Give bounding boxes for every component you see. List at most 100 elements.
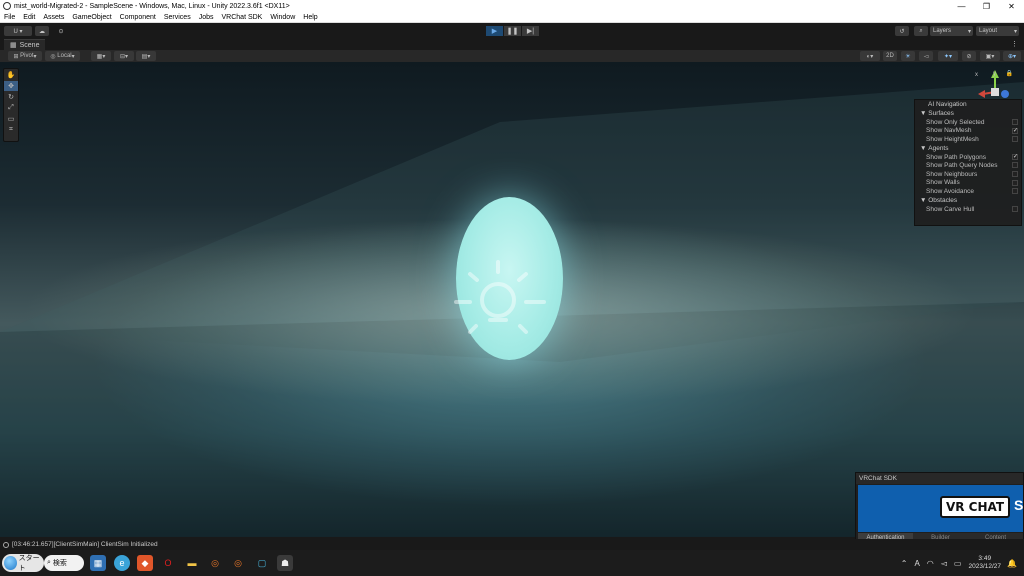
minimize-button[interactable]: — bbox=[949, 0, 974, 12]
start-button[interactable]: スタート bbox=[2, 554, 44, 572]
taskbar-search[interactable]: ⌕ 検索 bbox=[44, 555, 84, 571]
battery-icon[interactable]: ▭ bbox=[954, 559, 962, 568]
section-surfaces[interactable]: ▼ Surfaces bbox=[915, 109, 1021, 118]
clock[interactable]: 3:49 2023/12/27 bbox=[968, 555, 1001, 571]
option-show-neighbours[interactable]: Show Neighbours bbox=[915, 170, 1021, 179]
menu-assets[interactable]: Assets bbox=[43, 14, 64, 21]
menu-help[interactable]: Help bbox=[303, 14, 317, 21]
account-button[interactable]: U ▾ bbox=[4, 26, 32, 36]
notification-bell-icon[interactable]: 🔔 bbox=[1007, 559, 1017, 568]
system-tray: ⌃ A ◠ ◅ ▭ 3:49 2023/12/27 🔔 bbox=[901, 550, 1024, 576]
lock-icon[interactable]: 🔒 bbox=[1006, 70, 1013, 77]
tab-scene[interactable]: ▦ Scene bbox=[4, 39, 46, 50]
checkbox[interactable] bbox=[1012, 136, 1018, 143]
option-show-path-query-nodes[interactable]: Show Path Query Nodes bbox=[915, 161, 1021, 170]
effects-icon[interactable]: ✦▾ bbox=[938, 51, 958, 61]
transform-tool-icon[interactable]: ⌗ bbox=[4, 125, 18, 135]
main-toolbar: U ▾ ☁ ⊙ ▶ ❚❚ ▶| ↺ ⌕ Layers ▾ Layout ▾ bbox=[0, 23, 1024, 39]
option-show-avoidance[interactable]: Show Avoidance bbox=[915, 187, 1021, 196]
window-controls: — ❐ ✕ bbox=[949, 0, 1024, 12]
light-bulb-gizmo-icon[interactable] bbox=[450, 242, 570, 362]
menu-services[interactable]: Services bbox=[164, 14, 191, 21]
checkbox-checked[interactable]: ✓ bbox=[1012, 127, 1018, 134]
section-agents[interactable]: ▼ Agents bbox=[915, 144, 1021, 153]
step-button[interactable]: ▶| bbox=[522, 26, 539, 36]
brave-app-icon[interactable]: ◆ bbox=[137, 555, 153, 571]
move-tool-icon[interactable]: ✥ bbox=[4, 81, 18, 91]
menu-bar: File Edit Assets GameObject Component Se… bbox=[0, 12, 1024, 23]
houdini-app-icon[interactable]: ◎ bbox=[207, 555, 223, 571]
option-show-navmesh[interactable]: Show NavMesh ✓ bbox=[915, 127, 1021, 136]
menu-component[interactable]: Component bbox=[120, 14, 156, 21]
layers-label: Layers bbox=[933, 28, 952, 34]
rect-tool-icon[interactable]: ▭ bbox=[4, 114, 18, 124]
checkbox[interactable] bbox=[1012, 119, 1018, 125]
checkbox[interactable] bbox=[1012, 170, 1018, 177]
menu-gameobject[interactable]: GameObject bbox=[72, 14, 111, 21]
grid-visibility-icon[interactable]: ▤▾ bbox=[136, 51, 156, 61]
edge-app-icon[interactable]: e bbox=[114, 555, 130, 571]
hand-tool-icon[interactable]: ✋ bbox=[4, 70, 18, 80]
menu-vrchat-sdk[interactable]: VRChat SDK bbox=[222, 14, 263, 21]
lighting-icon[interactable]: ☀ bbox=[901, 51, 915, 61]
clock-date: 2023/12/27 bbox=[968, 563, 1002, 570]
option-show-heightmesh[interactable]: Show HeightMesh bbox=[915, 135, 1021, 144]
widgets-app-icon[interactable]: ▦ bbox=[90, 555, 106, 571]
more-options-icon[interactable]: ⋮ bbox=[1011, 40, 1018, 48]
grid-snap-icon[interactable]: ▦▾ bbox=[91, 51, 111, 61]
chevron-up-icon[interactable]: ⌃ bbox=[901, 559, 908, 568]
search-icon[interactable]: ⌕ bbox=[914, 26, 928, 36]
menu-window[interactable]: Window bbox=[270, 14, 295, 21]
option-label: Show Only Selected bbox=[926, 118, 985, 126]
maximize-button[interactable]: ❐ bbox=[974, 0, 999, 12]
layers-dropdown[interactable]: Layers ▾ bbox=[930, 26, 973, 36]
section-obstacles[interactable]: ▼ Obstacles bbox=[915, 196, 1021, 205]
pivot-label: Pivot bbox=[20, 53, 34, 59]
vrchat-logo: VR CHAT bbox=[940, 496, 1010, 518]
pivot-dropdown[interactable]: ⊞ Pivot ▾ bbox=[8, 51, 42, 61]
history-icon[interactable]: ↺ bbox=[895, 26, 909, 36]
checkbox-checked[interactable]: ✓ bbox=[1012, 153, 1018, 160]
option-show-only-selected[interactable]: Show Only Selected bbox=[915, 118, 1021, 127]
pause-button[interactable]: ❚❚ bbox=[504, 26, 521, 36]
unity-app-icon[interactable]: ☗ bbox=[277, 555, 293, 571]
menu-file[interactable]: File bbox=[4, 14, 15, 21]
option-show-walls[interactable]: Show Walls bbox=[915, 179, 1021, 188]
chevron-down-icon: ▾ bbox=[1013, 28, 1017, 35]
scale-tool-icon[interactable]: ⤢ bbox=[4, 103, 18, 113]
checkbox[interactable] bbox=[1012, 188, 1018, 195]
opera-app-icon[interactable]: O bbox=[160, 555, 176, 571]
local-dropdown[interactable]: ◎ Local ▾ bbox=[45, 51, 80, 61]
close-button[interactable]: ✕ bbox=[999, 0, 1024, 12]
play-button[interactable]: ▶ bbox=[486, 26, 503, 36]
layout-dropdown[interactable]: Layout ▾ bbox=[976, 26, 1019, 36]
checkbox[interactable] bbox=[1012, 162, 1018, 169]
menu-jobs[interactable]: Jobs bbox=[199, 14, 214, 21]
houdini-app-icon-2[interactable]: ◎ bbox=[230, 555, 246, 571]
ime-indicator[interactable]: A bbox=[914, 559, 919, 568]
checkbox[interactable] bbox=[1012, 205, 1018, 212]
collab-icon[interactable]: ⊙ bbox=[55, 26, 67, 36]
toggle-2d-button[interactable]: 2D bbox=[883, 51, 897, 61]
file-explorer-icon[interactable]: ▬ bbox=[184, 555, 200, 571]
speaker-icon[interactable]: ◅ bbox=[941, 559, 947, 568]
menu-edit[interactable]: Edit bbox=[23, 14, 35, 21]
draw-mode-icon[interactable]: ◐▾ bbox=[860, 51, 880, 61]
camera-icon[interactable]: ▣▾ bbox=[980, 51, 1000, 61]
search-label: 検索 bbox=[52, 560, 67, 567]
scene-viewport[interactable] bbox=[0, 62, 1024, 537]
section-surfaces-label: Surfaces bbox=[928, 110, 954, 117]
option-show-path-polygons[interactable]: Show Path Polygons ✓ bbox=[915, 153, 1021, 162]
checkbox[interactable] bbox=[1012, 179, 1018, 186]
wifi-icon[interactable]: ◠ bbox=[927, 559, 934, 568]
gizmos-icon[interactable]: ⊕▾ bbox=[1003, 51, 1021, 61]
vscode-app-icon[interactable]: ▢ bbox=[254, 555, 270, 571]
hidden-objects-icon[interactable]: ⊘ bbox=[962, 51, 976, 61]
rotate-tool-icon[interactable]: ↻ bbox=[4, 92, 18, 102]
window-title: mist_world-Migrated-2 - SampleScene - Wi… bbox=[14, 2, 290, 10]
snap-increment-icon[interactable]: ⊟▾ bbox=[114, 51, 134, 61]
console-status-bar[interactable]: [03:46:21.657][ClientSimMain] ClientSim … bbox=[0, 539, 1024, 550]
audio-icon[interactable]: ◅ bbox=[919, 51, 933, 61]
option-show-carve-hull[interactable]: Show Carve Hull bbox=[915, 205, 1021, 214]
cloud-icon[interactable]: ☁ bbox=[35, 26, 49, 36]
